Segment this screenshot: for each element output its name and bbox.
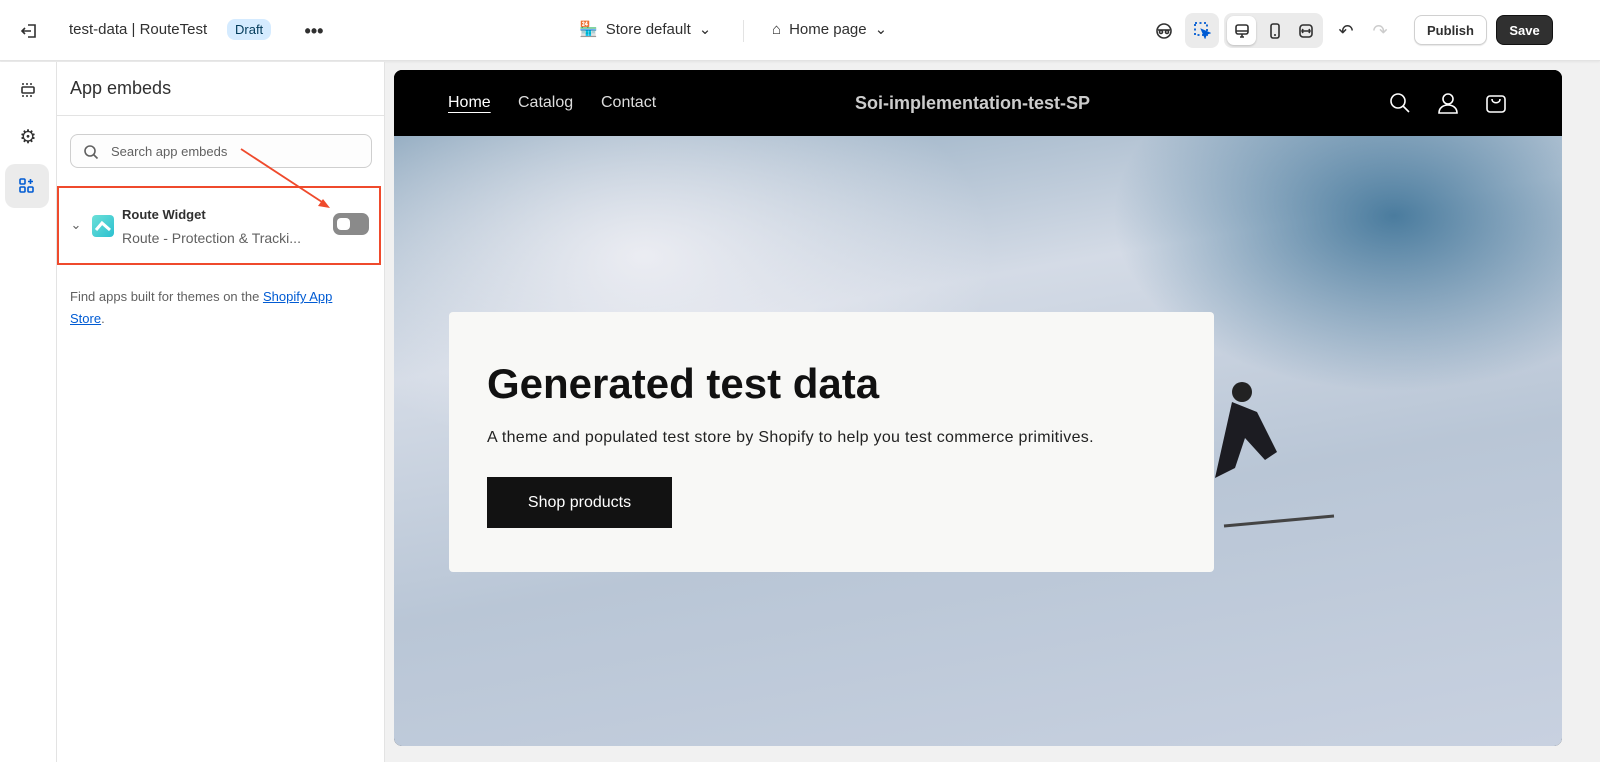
store-preview: Home Catalog Contact Soi-implementation-… <box>394 70 1562 746</box>
hero-title: Generated test data <box>487 360 879 408</box>
hero-banner: Generated test data A theme and populate… <box>394 136 1562 746</box>
nav-home[interactable]: Home <box>448 94 491 112</box>
nav-contact[interactable]: Contact <box>601 94 656 112</box>
shop-products-button[interactable]: Shop products <box>487 477 672 528</box>
hero-text: A theme and populated test store by Shop… <box>487 429 1094 447</box>
skier-image <box>1204 376 1354 536</box>
account-icon[interactable] <box>1436 91 1460 115</box>
hero-card: Generated test data A theme and populate… <box>449 312 1214 572</box>
cart-icon[interactable] <box>1484 91 1508 115</box>
search-icon[interactable] <box>1388 91 1412 115</box>
store-name[interactable]: Soi-implementation-test-SP <box>855 93 1090 114</box>
store-header: Home Catalog Contact Soi-implementation-… <box>394 70 1562 136</box>
nav-catalog[interactable]: Catalog <box>518 94 573 112</box>
